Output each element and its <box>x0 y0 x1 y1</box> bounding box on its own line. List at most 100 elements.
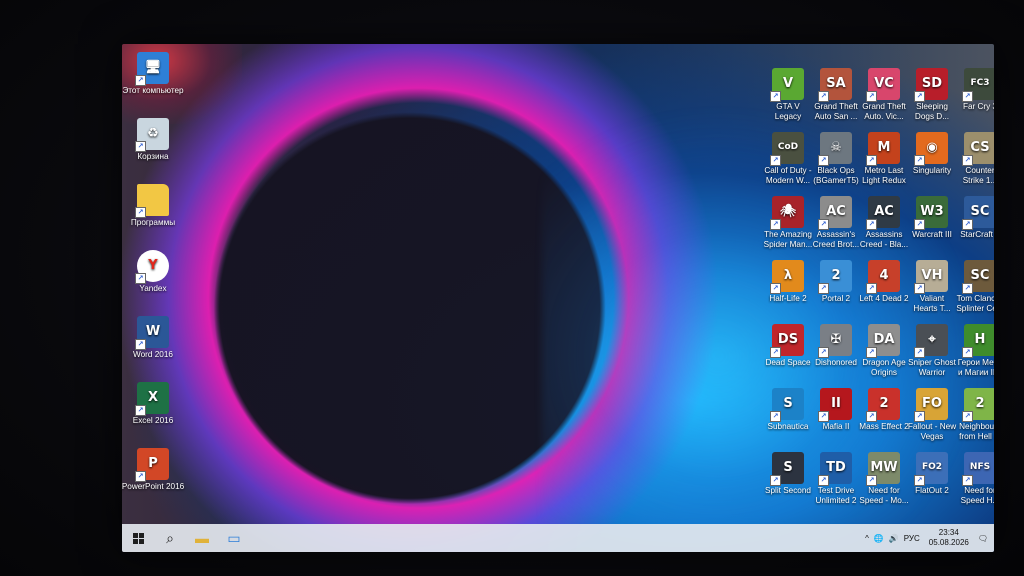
desktop-game-icon[interactable]: SC↗StarCraft II <box>955 196 994 240</box>
desktop-game-icon[interactable]: W3 ↗ Warcraft III <box>907 196 957 240</box>
shortcut-arrow-icon: ↗ <box>818 411 829 422</box>
shortcut-arrow-icon: ↗ <box>914 219 925 230</box>
desktop-game-icon[interactable]: TD ↗ Test Drive Unlimited 2 <box>811 452 861 505</box>
desktop-game-icon[interactable]: DA ↗ Dragon Age Origins <box>859 324 909 377</box>
desktop-game-icon[interactable]: SD ↗ Sleeping Dogs D... <box>907 68 957 121</box>
desktop-game-icon[interactable]: FO2 ↗ FlatOut 2 <box>907 452 957 496</box>
desktop-game-icon[interactable]: MW ↗ Need for Speed - Mo... <box>859 452 909 505</box>
search-icon[interactable]: ⌕ <box>154 524 186 552</box>
word-icon: W ↗ <box>135 316 169 350</box>
desktop-icon-label: Dragon Age Origins <box>862 358 906 377</box>
shortcut-arrow-icon: ↗ <box>866 411 877 422</box>
app-icon: MW ↗ <box>866 452 900 486</box>
desktop-game-icon[interactable]: NFS↗Need for Speed H... <box>955 452 994 505</box>
app-icon: CS ↗ <box>962 132 994 166</box>
volume-icon[interactable]: 🔊 <box>889 534 899 543</box>
desktop-game-icon[interactable]: S ↗ Split Second <box>763 452 813 496</box>
desktop-game-icon[interactable]: AC ↗ Assassins Creed - Bla... <box>859 196 909 249</box>
desktop-icon-label: Этот компьютер <box>122 86 184 95</box>
desktop-icon-label: Word 2016 <box>133 350 173 359</box>
clock-date: 05.08.2026 <box>928 538 969 547</box>
desktop-game-icon[interactable]: 2 ↗ Portal 2 <box>811 260 861 304</box>
computer-icon: 🖥 ↗ <box>135 52 169 86</box>
shortcut-arrow-icon: ↗ <box>866 347 877 358</box>
app-icon: V ↗ <box>770 68 804 102</box>
desktop-icon[interactable]: Y ↗ Yandex <box>122 250 186 294</box>
window-icon[interactable]: ▭ <box>218 524 250 552</box>
desktop-icon[interactable]: ♻ ↗ Корзина <box>122 118 186 162</box>
desktop-game-icon[interactable]: H↗Герои Меча и Магии II... <box>955 324 994 377</box>
desktop-game-icon[interactable]: VC ↗ Grand Theft Auto. Vic... <box>859 68 909 121</box>
desktop-game-icon[interactable]: II ↗ Mafia II <box>811 388 861 432</box>
desktop-game-icon[interactable]: ☠ ↗ Black Ops (BGamerT5) <box>811 132 861 185</box>
app-icon: DS ↗ <box>770 324 804 358</box>
desktop-icon-label: Left 4 Dead 2 <box>859 294 909 303</box>
desktop-game-icon[interactable]: VH ↗ Valiant Hearts T... <box>907 260 957 313</box>
desktop-icon[interactable]: 🖥 ↗ Этот компьютер <box>122 52 186 96</box>
desktop-game-icon[interactable]: M ↗ Metro Last Light Redux <box>859 132 909 185</box>
chevron-up-icon[interactable]: ^ <box>865 534 869 543</box>
desktop-icon-label: Assassins Creed - Bla... <box>859 230 909 249</box>
desktop-game-icon[interactable]: CoD ↗ Call of Duty - Modern W... <box>763 132 813 185</box>
desktop-icon-label: Test Drive Unlimited 2 <box>815 486 857 505</box>
desktop-icon-label: Far Cry 3 <box>962 102 994 111</box>
desktop-icon-label: Subnautica <box>767 422 809 431</box>
notification-icon[interactable]: 🗨 <box>978 534 988 543</box>
desktop-game-icon[interactable]: SA ↗ Grand Theft Auto San ... <box>811 68 861 121</box>
app-icon: S ↗ <box>770 388 804 422</box>
desktop-game-icon[interactable]: ◉ ↗ Singularity <box>907 132 957 176</box>
file-explorer-icon[interactable]: ▬ <box>186 524 218 552</box>
desktop-icon[interactable]: P ↗ PowerPoint 2016 <box>122 448 186 492</box>
desktop-icon-label: Tom Clancys Splinter Ce... <box>956 294 994 313</box>
app-icon: AC ↗ <box>866 196 900 230</box>
desktop-icon-label: Yandex <box>139 284 167 293</box>
desktop-icon-label: Sniper Ghost Warrior <box>908 358 956 377</box>
app-icon: FO2 ↗ <box>914 452 948 486</box>
desktop-game-icon[interactable]: SC↗Tom Clancys Splinter Ce... <box>955 260 994 313</box>
desktop-game-icon[interactable]: 2 ↗ Mass Effect 2 <box>859 388 909 432</box>
desktop-game-icon[interactable]: DS ↗ Dead Space <box>763 324 813 368</box>
desktop-icon-label: StarCraft II <box>960 230 994 239</box>
shortcut-arrow-icon: ↗ <box>818 283 829 294</box>
shortcut-arrow-icon: ↗ <box>818 347 829 358</box>
folder-icon: ↗ <box>135 184 169 218</box>
network-icon[interactable]: 🌐 <box>874 534 884 543</box>
desktop-game-icon[interactable]: ⌖ ↗ Sniper Ghost Warrior <box>907 324 957 377</box>
app-icon: W3 ↗ <box>914 196 948 230</box>
desktop-game-icon[interactable]: V ↗ GTA V Legacy <box>763 68 813 121</box>
desktop-game-icon[interactable]: AC ↗ Assassin's Creed Brot... <box>811 196 861 249</box>
desktop-game-icon[interactable]: FO ↗ Fallout - New Vegas <box>907 388 957 441</box>
desktop-game-icon[interactable]: ✠ ↗ Dishonored <box>811 324 861 368</box>
desktop-icon-label: Mafia II <box>822 422 850 431</box>
desktop-icon-label: Dishonored <box>815 358 857 367</box>
shortcut-arrow-icon: ↗ <box>962 91 973 102</box>
shortcut-arrow-icon: ↗ <box>135 273 146 284</box>
language-indicator[interactable]: РУС <box>904 534 920 543</box>
app-icon: CoD ↗ <box>770 132 804 166</box>
desktop-icon-label: Grand Theft Auto San ... <box>814 102 858 121</box>
shortcut-arrow-icon: ↗ <box>914 155 925 166</box>
yandex-browser-icon: Y ↗ <box>135 250 169 284</box>
excel-icon: X ↗ <box>135 382 169 416</box>
start-button[interactable] <box>122 524 154 552</box>
app-icon: ◉ ↗ <box>914 132 948 166</box>
desktop-game-icon[interactable]: FC3 ↗ Far Cry 3 <box>955 68 994 112</box>
desktop-icon-label: Half-Life 2 <box>769 294 807 303</box>
desktop-game-icon[interactable]: λ ↗ Half-Life 2 <box>763 260 813 304</box>
recycle-bin-icon: ♻ ↗ <box>135 118 169 152</box>
desktop-game-icon[interactable]: 2↗Neighbours from Hell ... <box>955 388 994 441</box>
clock[interactable]: 23:34 05.08.2026 <box>925 528 973 548</box>
desktop-game-icon[interactable]: 🕷 ↗ The Amazing Spider Man... <box>763 196 813 249</box>
desktop-icon-label: Valiant Hearts T... <box>913 294 951 313</box>
desktop-icon[interactable]: ↗ Программы <box>122 184 186 228</box>
desktop-game-icon[interactable]: S ↗ Subnautica <box>763 388 813 432</box>
desktop-game-icon[interactable]: 4 ↗ Left 4 Dead 2 <box>859 260 909 304</box>
desktop-icon[interactable]: W ↗ Word 2016 <box>122 316 186 360</box>
desktop-game-icon[interactable]: CS ↗ Counter Strike 1... <box>955 132 994 185</box>
shortcut-arrow-icon: ↗ <box>135 141 146 152</box>
desktop-icon[interactable]: X ↗ Excel 2016 <box>122 382 186 426</box>
app-icon: λ ↗ <box>770 260 804 294</box>
shortcut-arrow-icon: ↗ <box>962 283 973 294</box>
powerpoint-icon: P ↗ <box>135 448 169 482</box>
shortcut-arrow-icon: ↗ <box>962 347 973 358</box>
